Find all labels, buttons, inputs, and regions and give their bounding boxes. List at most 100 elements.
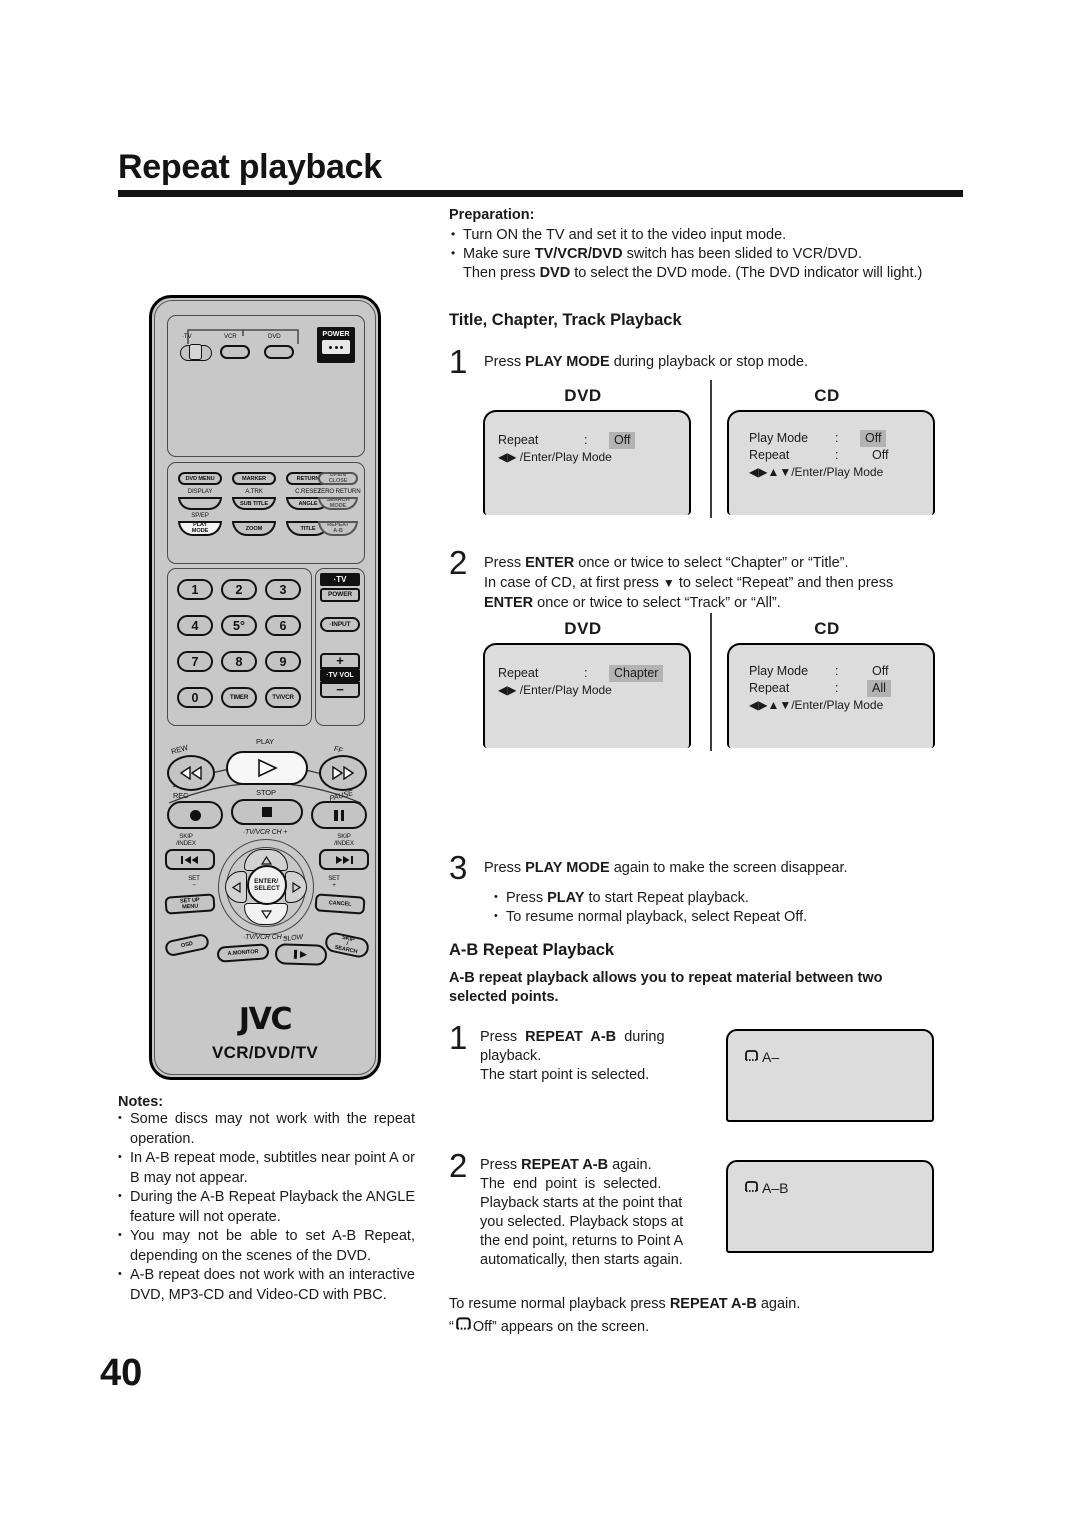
label-display: DISPLAY xyxy=(187,488,213,495)
slow-play-icon xyxy=(299,950,307,958)
osd1-cd-keys: ◀▶▲▼/Enter/Play Mode xyxy=(749,465,884,479)
remote-transport-area: REW PLAY FF REC STOP PAUSE ·TV/VCR CH + … xyxy=(149,735,381,995)
keypad-button-8[interactable]: 8 xyxy=(221,651,257,672)
preparation-heading: Preparation: xyxy=(449,207,535,223)
step-1-number: 1 xyxy=(449,343,468,380)
preparation-bullet-1: Turn ON the TV and set it to the video i… xyxy=(449,225,964,245)
osd1-cd-screen: Play Mode : Off Repeat : Off ◀▶▲▼/Enter/… xyxy=(727,410,935,515)
keypad-button-1[interactable]: 1 xyxy=(177,579,213,600)
button-play[interactable] xyxy=(226,751,308,785)
preparation-bullet-2-cont: Then press DVD to select the DVD mode. (… xyxy=(463,265,923,281)
chevron-right-icon xyxy=(291,881,301,893)
button-a-monitor[interactable]: A.MONITOR xyxy=(216,943,270,963)
button-fast-forward[interactable] xyxy=(319,755,367,791)
note-item: In A-B repeat mode, subtitles near point… xyxy=(118,1148,415,1188)
button-set-up-menu[interactable]: SET UP MENU xyxy=(164,893,216,915)
slider-knob[interactable] xyxy=(189,344,202,361)
button-repeat-a-b[interactable]: REPEAT A-B xyxy=(318,521,358,536)
osd1-cd-row-1: Play Mode : Off xyxy=(749,430,933,447)
osd1-cd-label: CD xyxy=(814,386,840,405)
ab-step-2-screen: A–B xyxy=(726,1160,934,1253)
button-tv-vol-down[interactable]: − xyxy=(320,682,360,698)
label-set-minus: SET − xyxy=(188,875,200,889)
osd-row-name: Repeat xyxy=(498,666,539,680)
button-tv-input[interactable]: ·INPUT xyxy=(320,617,360,632)
keypad-button-tv-vcr[interactable]: TV/VCR xyxy=(265,687,301,708)
ab-step-2-line-6: automatically, then starts again. xyxy=(480,1252,683,1268)
button-pause[interactable] xyxy=(311,801,367,829)
keypad-button-7[interactable]: 7 xyxy=(177,651,213,672)
source-button-vcr[interactable] xyxy=(220,345,250,359)
keypad-button-9[interactable]: 9 xyxy=(265,651,301,672)
chevron-left-icon xyxy=(231,881,241,893)
osd-row-colon: : xyxy=(835,681,839,695)
button-skip-index-right[interactable] xyxy=(319,849,369,870)
power-dot-icon xyxy=(329,345,332,349)
osd2-dvd-keys: ◀▶ /Enter/Play Mode xyxy=(498,683,612,697)
ab-step-2-number: 2 xyxy=(449,1147,468,1184)
button-dvd-menu[interactable]: DVD MENU xyxy=(178,472,222,485)
keypad-button-5[interactable]: 5° xyxy=(221,615,257,636)
repeat-loop-icon xyxy=(744,1180,759,1196)
ab-step-1-number: 1 xyxy=(449,1019,468,1056)
keypad-button-2[interactable]: 2 xyxy=(221,579,257,600)
button-cancel[interactable]: CANCEL xyxy=(314,893,366,915)
button-tv-vol-up[interactable]: + xyxy=(320,653,360,669)
osd2-cd-keys: ◀▶▲▼/Enter/Play Mode xyxy=(749,698,884,712)
osd-row-name: Repeat xyxy=(749,681,790,695)
button-open-close[interactable]: OPEN/ CLOSE xyxy=(318,472,358,485)
step-1-text: Press PLAY MODE during playback or stop … xyxy=(484,354,808,370)
osd2-cd-screen: Play Mode : Off Repeat : All ◀▶▲▼/Enter/… xyxy=(727,643,935,748)
power-block[interactable]: POWER xyxy=(317,327,355,363)
pause-icon xyxy=(340,809,344,821)
button-record[interactable] xyxy=(167,801,223,829)
jvc-logo: JVC xyxy=(238,1002,293,1037)
keypad-button-timer[interactable]: TIMER xyxy=(221,687,257,708)
button-play-mode[interactable]: PLAY MODE xyxy=(178,521,222,536)
button-osd[interactable]: OSD xyxy=(163,932,211,958)
ab-step-1-marker: A– xyxy=(762,1049,780,1065)
button-stop[interactable] xyxy=(231,799,303,825)
keypad-button-6[interactable]: 6 xyxy=(265,615,301,636)
section-heading-ab-repeat: A-B Repeat Playback xyxy=(449,941,615,959)
ab-step-2: 2 Press REPEAT A-B again. The end point … xyxy=(449,1147,714,1270)
remote-function-panel: DVD MENU MARKER RETURN OPEN/ CLOSE DISPL… xyxy=(167,462,365,564)
button-search-mode[interactable]: SEARCH MODE xyxy=(318,497,358,510)
preparation-bullet-2-text: Make sure TV/VCR/DVD switch has been sli… xyxy=(463,246,862,262)
remote-top-panel: ·TV VCR DVD POWER xyxy=(167,315,365,457)
button-rewind[interactable] xyxy=(167,755,215,791)
preparation-block: Preparation: Turn ON the TV and set it t… xyxy=(449,207,964,283)
osd1-column-divider xyxy=(710,380,712,518)
power-button[interactable] xyxy=(322,340,350,354)
step-3-text: Press PLAY MODE again to make the screen… xyxy=(484,860,848,876)
chevron-down-icon xyxy=(260,909,272,919)
source-slider-switch[interactable] xyxy=(180,344,212,361)
button-marker[interactable]: MARKER xyxy=(232,472,276,485)
button-slow[interactable] xyxy=(274,943,328,966)
osd2-cd-row-1: Play Mode : Off xyxy=(749,663,933,680)
button-zoom[interactable]: ZOOM xyxy=(232,521,276,536)
source-button-dvd[interactable] xyxy=(264,345,294,359)
keypad-button-0[interactable]: 0 xyxy=(177,687,213,708)
osd-row-value: Off xyxy=(872,448,889,462)
ab-step-2-text: Press REPEAT A-B again. The end point is… xyxy=(480,1156,714,1270)
button-enter-select[interactable]: ENTER/ SELECT xyxy=(247,865,287,905)
button-tv-power[interactable]: POWER xyxy=(320,588,360,602)
keypad-button-3[interactable]: 3 xyxy=(265,579,301,600)
skip-previous-icon xyxy=(181,855,198,864)
step-2: 2 Press ENTER once or twice to select “C… xyxy=(449,544,964,613)
label-a-trk: A.TRK xyxy=(245,488,263,495)
button-skip-index-left[interactable] xyxy=(165,849,215,870)
step-3: 3 Press PLAY MODE again to make the scre… xyxy=(449,849,964,927)
button-display[interactable] xyxy=(178,497,222,510)
step-2-line-3: ENTER once or twice to select “Track” or… xyxy=(484,595,781,611)
button-skip-search[interactable]: SKIP / SEARCH xyxy=(323,930,371,960)
label-skip-index-left: SKIP /INDEX xyxy=(176,833,196,847)
button-sub-title[interactable]: SUB TITLE xyxy=(232,497,276,510)
ab-step-1-screen: A– xyxy=(726,1029,934,1122)
switch-label-vcr: VCR xyxy=(224,333,237,340)
osd2-dvd-label: DVD xyxy=(564,619,602,638)
chevron-up-icon xyxy=(260,855,272,865)
osd-row-value: Off xyxy=(609,432,636,449)
keypad-button-4[interactable]: 4 xyxy=(177,615,213,636)
